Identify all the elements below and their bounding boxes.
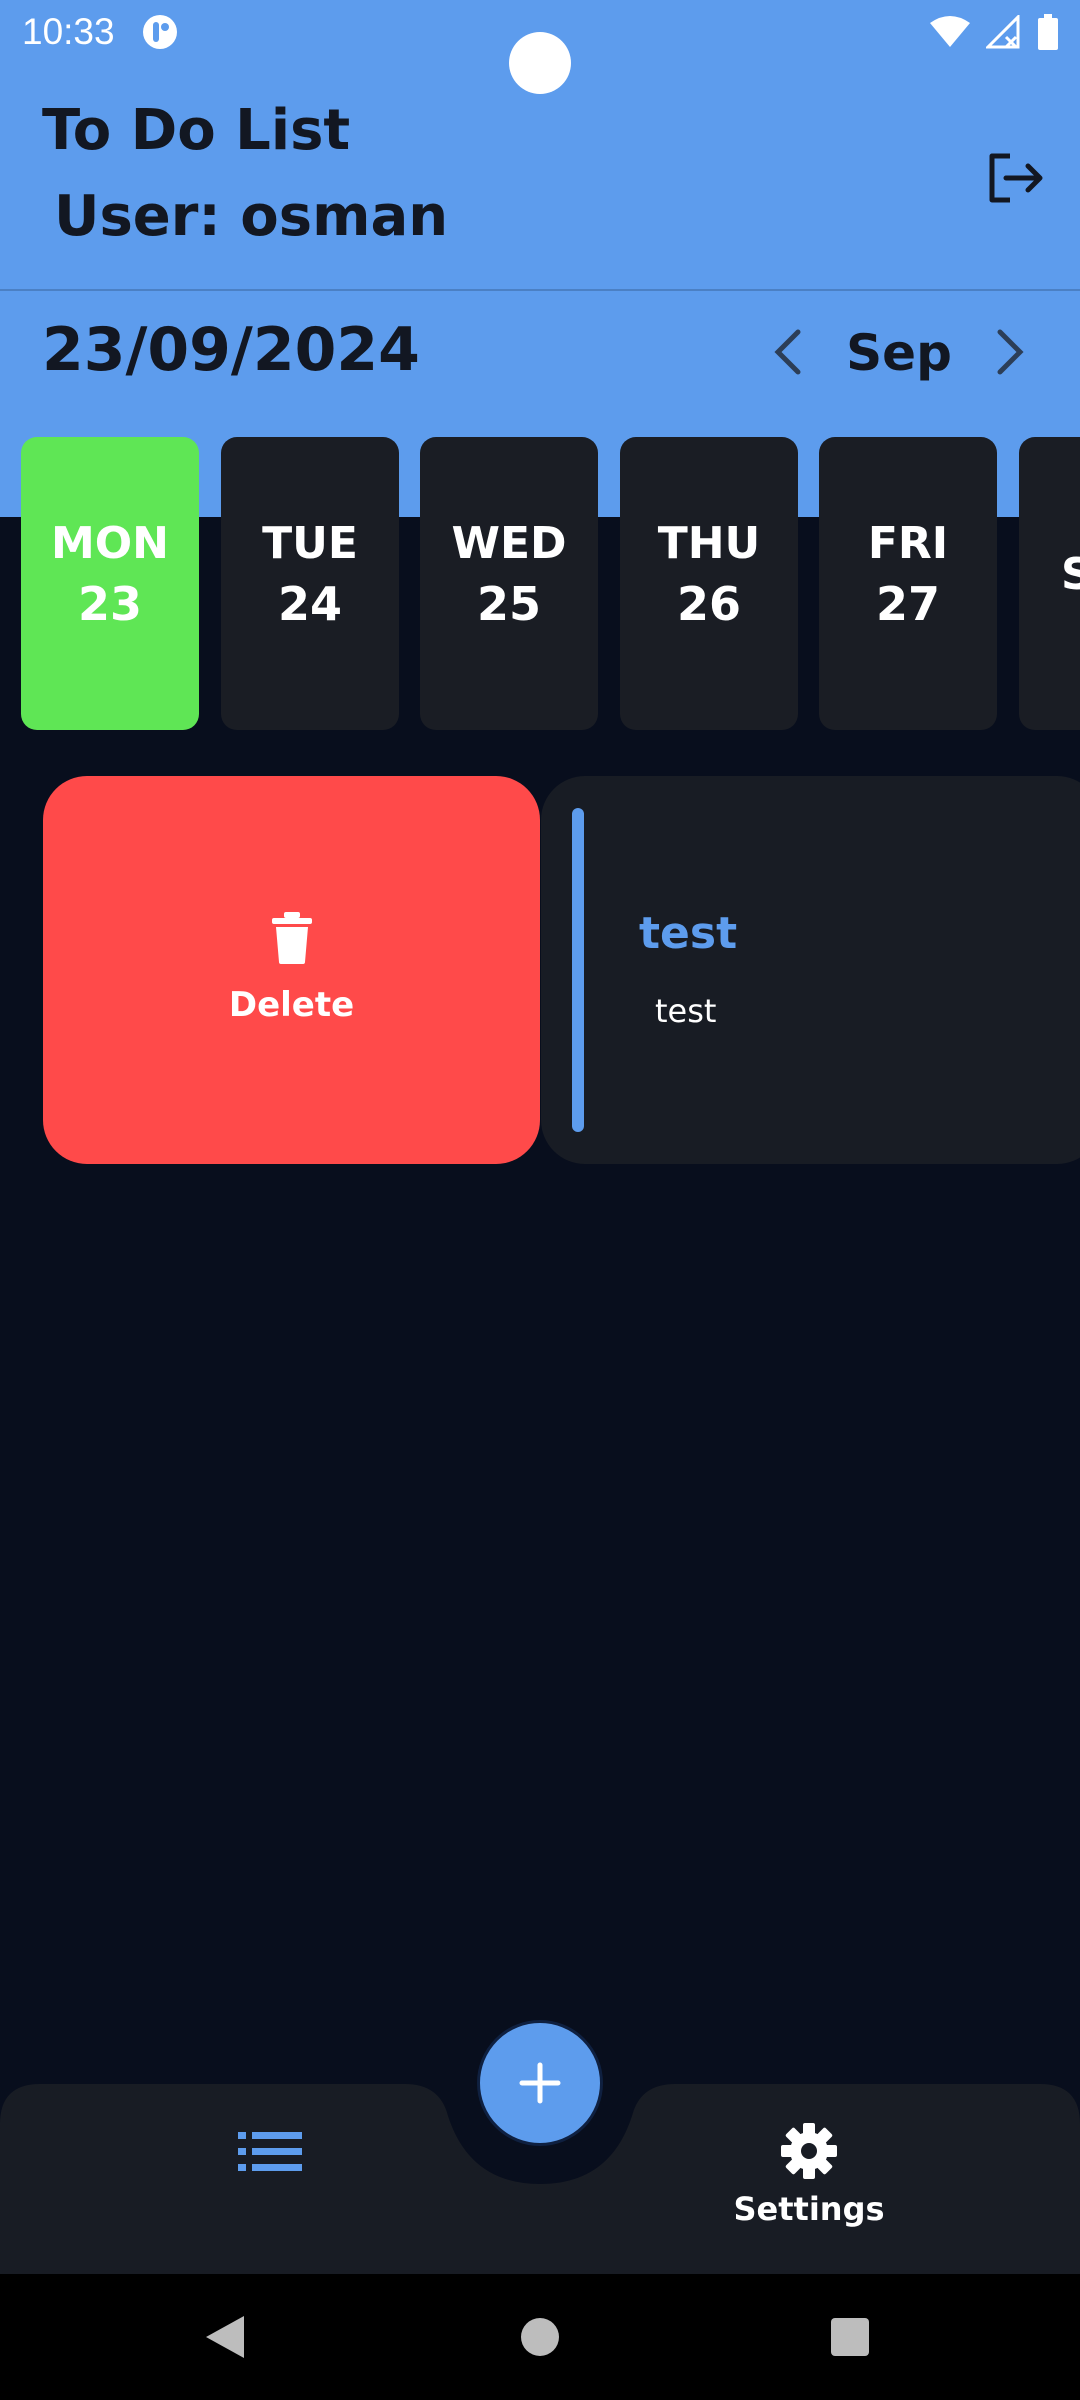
status-icons (930, 12, 1058, 52)
system-nav-bar (0, 2274, 1080, 2400)
month-label: Sep (846, 324, 952, 382)
gear-icon (781, 2123, 837, 2179)
day-strip: MON 23 TUE 24 WED 25 THU 26 FRI 27 S (0, 437, 1080, 731)
notification-app-icon (143, 15, 177, 49)
app-title: To Do List (42, 98, 351, 163)
home-icon[interactable] (521, 2318, 559, 2356)
task-card[interactable]: test (541, 776, 1080, 1164)
day-card-fri[interactable]: FRI 27 (819, 437, 997, 730)
back-icon[interactable] (204, 2314, 246, 2360)
chevron-left-icon[interactable] (764, 322, 814, 382)
day-number: 25 (476, 576, 541, 631)
plus-icon (519, 2062, 561, 2104)
signal-icon (986, 15, 1020, 49)
logout-icon[interactable] (986, 148, 1046, 208)
delete-label: Delete (228, 985, 355, 1025)
day-of-week: TUE (262, 517, 358, 569)
user-label: User: osman (54, 184, 449, 249)
camera-cutout (509, 32, 571, 94)
list-icon[interactable] (238, 2128, 302, 2176)
status-time: 10:33 (22, 11, 115, 52)
day-of-week: THU (657, 517, 761, 569)
task-accent-bar (572, 808, 584, 1132)
day-number: 26 (676, 576, 741, 631)
recents-icon[interactable] (831, 2318, 869, 2356)
trash-icon (272, 912, 312, 964)
delete-button[interactable]: Delete (43, 776, 540, 1164)
day-number: 23 (77, 576, 142, 631)
settings-label: Settings (733, 2190, 885, 2228)
settings-tab[interactable]: Settings (716, 2122, 902, 2242)
day-of-week: WED (451, 517, 567, 569)
wifi-icon (930, 16, 970, 47)
day-card-wed[interactable]: WED 25 (420, 437, 598, 730)
day-card-thu[interactable]: THU 26 (620, 437, 798, 730)
day-of-week: S (1061, 548, 1080, 600)
battery-icon (1038, 14, 1058, 50)
header-divider (0, 289, 1080, 291)
day-card-mon[interactable]: MON 23 (21, 437, 199, 730)
chevron-right-icon[interactable] (984, 322, 1034, 382)
day-of-week: FRI (867, 517, 949, 569)
day-card-tue[interactable]: TUE 24 (221, 437, 399, 730)
task-description: test (655, 992, 717, 1030)
current-date: 23/09/2024 (42, 315, 420, 385)
day-number: 27 (875, 576, 940, 631)
task-title: test (639, 908, 738, 959)
add-task-button[interactable] (477, 2020, 603, 2146)
day-number: 24 (277, 576, 342, 631)
day-of-week: MON (50, 517, 169, 569)
day-card-sat[interactable]: S (1019, 437, 1080, 730)
